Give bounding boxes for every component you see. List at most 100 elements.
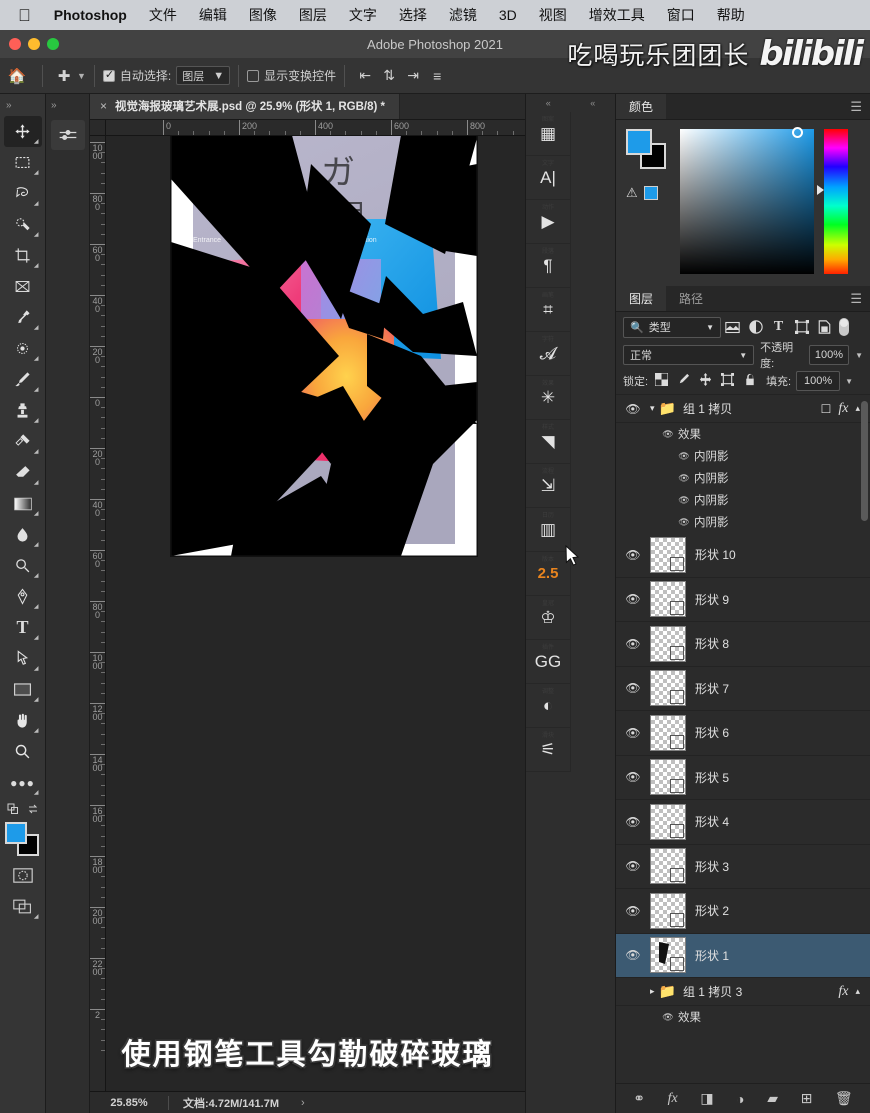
layer-effect-row[interactable]: 👁 内阴影 [616,445,870,467]
tab-paths[interactable]: 路径 [666,286,716,311]
layer-effects-header[interactable]: 👁 效果 [616,1006,870,1028]
layer-group-row[interactable]: 👁 ▾ 📁 组 1 拷贝 ☐ fx ▴ [616,395,870,423]
gamut-warning-icon[interactable]: ⚠ [626,185,638,201]
link-layers-icon[interactable]: ⚭ [633,1090,645,1107]
chevron-down-icon[interactable]: ▼ [77,71,86,81]
new-layer-icon[interactable]: ⊞ [801,1090,813,1107]
rail-collapse-arrow-left[interactable]: « [526,94,571,112]
panel-menu-icon[interactable]: ☰ [841,286,870,311]
lock-artboard-icon[interactable] [719,372,736,389]
color-panel-swatches[interactable] [626,129,670,173]
layer-effect-row[interactable]: 👁 内阴影 [616,511,870,533]
vertical-ruler[interactable]: 1000 800 600 400 200 0 200 400 600 800 1000 1200 140… [90,136,106,1091]
blur-tool[interactable]: ◢ [4,519,42,550]
apple-icon[interactable]:  [8,7,43,24]
chevron-down-icon[interactable]: ▾ [650,403,655,414]
spot-healing-brush-tool[interactable]: ◢ [4,333,42,364]
sliders-icon[interactable]: 滑块 ⚟ [526,728,571,772]
layer-visibility-toggle[interactable]: 👁 [616,637,650,651]
lasso-tool[interactable]: ◢ [4,178,42,209]
home-icon[interactable]: 🏠 [0,67,34,85]
hand-tool[interactable]: ◢ [4,705,42,736]
secondary-expand-arrow[interactable]: » [46,94,89,116]
effect-visibility-toggle[interactable]: 👁 [674,451,694,462]
align-right-icon[interactable]: ⇥ [401,67,425,84]
menu-item-view[interactable]: 视图 [528,5,578,25]
color-field-marker[interactable] [792,127,803,138]
layer-style-fx-icon[interactable]: fx [838,984,848,1000]
flow-icon[interactable]: 流程 ⇲ [526,464,571,508]
color-field[interactable] [680,127,814,274]
lock-all-icon[interactable] [741,373,758,389]
sparkle-icon[interactable]: 效果 ✳ [526,376,571,420]
minimize-window-button[interactable] [28,38,40,50]
align-center-h-icon[interactable]: ⇅ [377,67,401,84]
opacity-value[interactable]: 100% [808,345,850,365]
layer-group-row[interactable]: ▸ 📁 组 1 拷贝 3 fx ▴ [616,978,870,1006]
type-tool[interactable]: T ◢ [4,612,42,643]
close-icon[interactable]: × [100,99,107,113]
quick-mask-icon[interactable] [4,860,42,891]
menu-item-photoshop[interactable]: Photoshop [43,7,138,23]
adjustment-filter-icon[interactable] [744,317,767,338]
effects-visibility-toggle[interactable]: 👁 [658,1012,678,1023]
gamut-warning-swatch[interactable] [643,186,658,200]
lock-transparent-icon[interactable] [653,372,670,389]
layer-visibility-toggle[interactable]: 👁 [616,726,650,740]
smartobject-filter-icon[interactable] [813,317,836,338]
layer-visibility-toggle[interactable]: 👁 [616,815,650,829]
rectangle-tool[interactable]: ◢ [4,674,42,705]
brush-list-icon[interactable]: 画笔 ⌗ [526,288,571,332]
chevron-right-icon[interactable]: ▸ [650,986,655,997]
chevron-up-icon[interactable]: ▴ [855,986,860,997]
layer-row[interactable]: 👁 形状 8 [616,622,870,667]
chevron-down-icon[interactable]: ▼ [855,351,863,360]
layer-visibility-toggle[interactable]: 👁 [616,402,650,416]
effect-visibility-toggle[interactable]: 👁 [674,495,694,506]
move-tool[interactable]: ◢ [3,116,42,147]
menu-item-filter[interactable]: 滤镜 [438,5,488,25]
hue-slider[interactable] [817,129,848,274]
tool-presets-icon[interactable] [50,120,85,150]
layer-thumbnail[interactable] [650,714,686,751]
layer-list[interactable]: 👁 ▾ 📁 组 1 拷贝 ☐ fx ▴ 👁 效果 👁 内阴影 👁 内阴影 👁 内阴影 👁 内阴影 👁 形状 10 👁 形… [616,394,870,1083]
tab-color[interactable]: 颜色 [616,94,667,119]
layer-thumbnail[interactable] [650,759,686,796]
document-tab[interactable]: × 视觉海报玻璃艺术展.psd @ 25.9% (形状 1, RGB/8) * [90,93,401,119]
menu-item-help[interactable]: 帮助 [706,5,756,25]
layer-thumbnail[interactable] [650,803,686,840]
menu-item-3d[interactable]: 3D [488,7,528,23]
menu-item-type[interactable]: 文字 [338,5,388,25]
shape-filter-icon[interactable] [790,317,813,338]
paragraph-icon[interactable]: 段落 ¶ [526,244,571,288]
menu-item-file[interactable]: 文件 [138,5,188,25]
book-icon[interactable]: 样式 ◥ [526,420,571,464]
effect-visibility-toggle[interactable]: 👁 [674,517,694,528]
toolbar-expand-arrow[interactable]: » [0,94,45,116]
show-transform-checkbox[interactable] [247,69,260,82]
auto-select-option[interactable]: 自动选择: 图层 ▼ [102,66,231,85]
layer-mask-icon[interactable]: ◨ [700,1090,713,1107]
lock-pixels-icon[interactable] [675,373,692,389]
layer-thumbnail[interactable] [650,536,686,573]
delete-layer-icon[interactable]: 🗑 [835,1090,853,1107]
move-tool-icon[interactable]: ✚ [51,67,77,85]
layer-list-scrollbar[interactable] [861,401,868,521]
type-a-icon[interactable]: 文字 A| [526,156,571,200]
path-selection-tool[interactable]: ◢ [4,643,42,674]
history-brush-tool[interactable]: ◢ [4,426,42,457]
eyedropper-tool[interactable]: ◢ [4,302,42,333]
foreground-color-swatch[interactable] [626,129,652,155]
blend-mode-dropdown[interactable]: 正常 ▼ [623,345,755,365]
layer-row[interactable]: 👁 形状 5 [616,756,870,800]
menu-item-window[interactable]: 窗口 [656,5,706,25]
pen-tool[interactable]: ◢ [4,581,42,612]
pixel-filter-icon[interactable] [721,317,744,338]
play-icon[interactable]: 动作 ▶ [526,200,571,244]
horizontal-ruler[interactable]: 0200400600800100012 [90,120,525,136]
layer-row[interactable]: 👁 形状 10 [616,533,870,578]
frame-tool[interactable] [4,271,42,302]
dodge-tool[interactable]: ◢ [4,550,42,581]
hue-slider-marker[interactable] [817,185,824,195]
layer-visibility-toggle[interactable]: 👁 [616,904,650,918]
